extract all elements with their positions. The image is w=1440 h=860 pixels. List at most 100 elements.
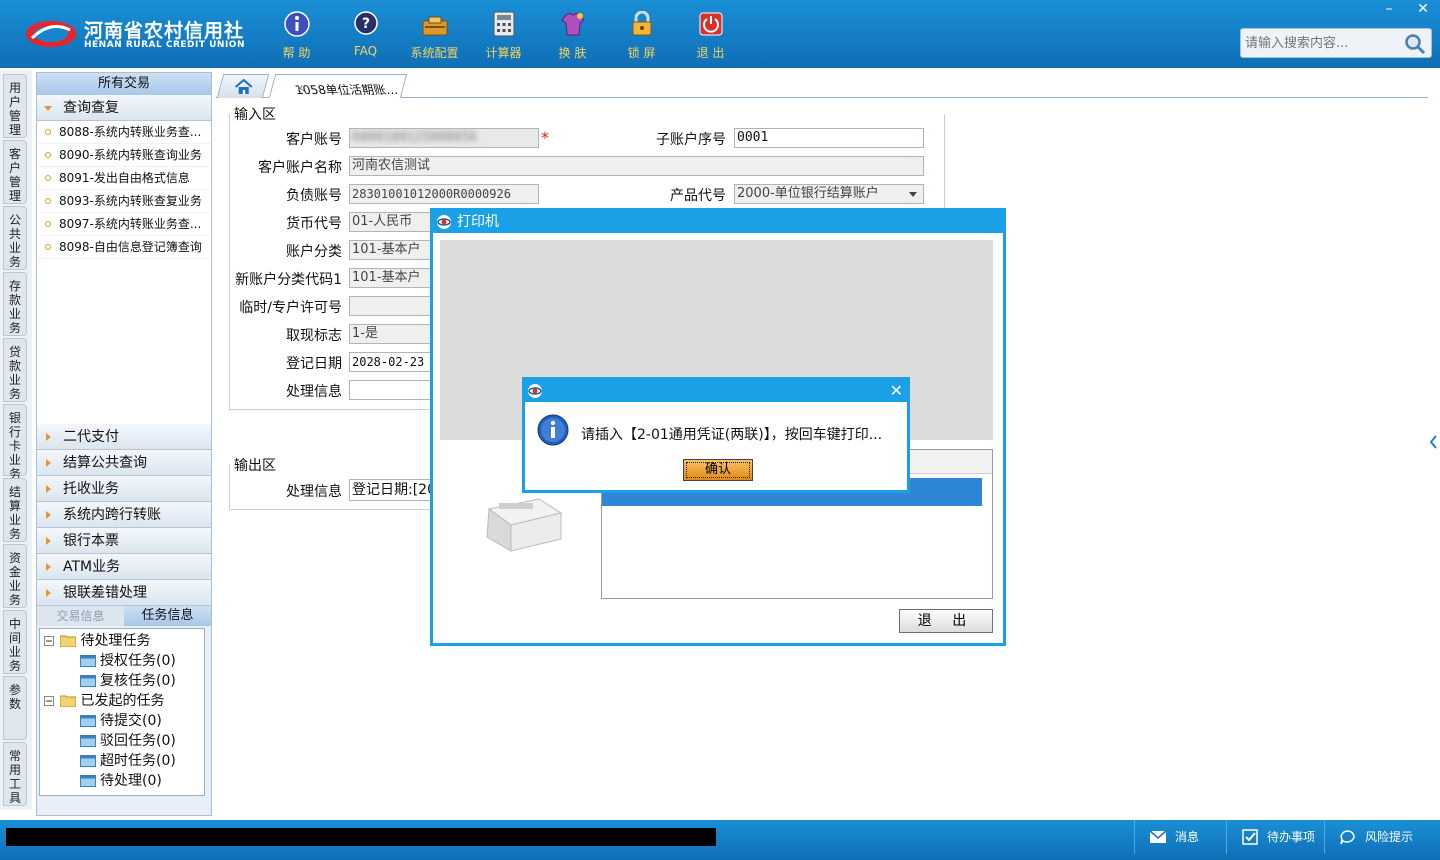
dialog-close-icon[interactable]: ✕ xyxy=(890,380,903,402)
required-mark: * xyxy=(541,128,549,147)
printer-title: 打印机 xyxy=(457,214,499,230)
settings-label: 系统配置 xyxy=(410,46,459,60)
vtab-deposit-business[interactable]: 存款业务 xyxy=(3,272,27,336)
vtab-loan-business[interactable]: 贷款业务 xyxy=(3,338,27,402)
nav-group[interactable]: 结算公共查询 xyxy=(37,450,211,476)
vtab-public-business[interactable]: 公共业务 xyxy=(3,206,27,270)
exit-app-button[interactable]: 退 出 xyxy=(676,6,745,62)
dropdown-arrow-icon xyxy=(909,192,917,197)
tree-node-authorize[interactable]: 授权任务(0) xyxy=(40,651,204,671)
collapse-toggle-icon[interactable] xyxy=(44,696,54,706)
power-icon xyxy=(697,10,725,38)
collapsed-arrow-icon xyxy=(46,537,51,545)
printer-icon xyxy=(486,498,563,552)
checkbox-icon xyxy=(1242,829,1258,845)
calculator-label: 计算器 xyxy=(485,46,522,60)
search-box xyxy=(1240,28,1432,58)
tree-node-timeout[interactable]: 超时任务(0) xyxy=(40,751,204,771)
nav-group[interactable]: 系统内跨行转账 xyxy=(37,502,211,528)
sub-seq-input[interactable]: 0001 xyxy=(734,128,924,148)
nav-item[interactable]: 8097-系统内转账业务查... xyxy=(37,213,211,236)
vtab-common-tools[interactable]: 常用工具 xyxy=(3,742,27,806)
folder-icon xyxy=(60,695,77,707)
task-tree: 待处理任务 授权任务(0) 复核任务(0) 已发起的任务 待提交(0) 驳回任务… xyxy=(39,628,205,796)
acct-name-field: 河南农信测试 xyxy=(349,156,924,176)
svg-text:?: ? xyxy=(361,16,369,32)
tab-transaction-info[interactable]: 交易信息 xyxy=(37,606,124,626)
vtab-fund-business[interactable]: 资金业务 xyxy=(3,544,27,608)
nav-item[interactable]: 8098-自由信息登记簿查询 xyxy=(37,236,211,259)
lock-label: 锁 屏 xyxy=(627,46,656,60)
nav-item[interactable]: 8090-系统内转账查询业务 xyxy=(37,144,211,167)
calculator-button[interactable]: 计算器 xyxy=(469,6,538,62)
reg-date-input[interactable]: 2028-02-23 xyxy=(349,352,431,372)
document-tabbar: 1058单位活期账... × xyxy=(216,72,1428,98)
tree-node-rejected[interactable]: 驳回任务(0) xyxy=(40,731,204,751)
tree-node-initiated[interactable]: 已发起的任务 xyxy=(40,691,204,711)
help-icon xyxy=(283,10,311,38)
vtab-card-business[interactable]: 银行卡业务 xyxy=(3,404,27,481)
liab-acct-field: 28301001012000R0000926 xyxy=(349,184,539,204)
chat-icon xyxy=(1340,830,1355,845)
tree-node-to-submit[interactable]: 待提交(0) xyxy=(40,711,204,731)
logo-emblem-icon xyxy=(26,21,76,47)
printer-exit-button[interactable]: 退 出 xyxy=(899,609,993,633)
product-select[interactable]: 2000-单位银行结算账户 xyxy=(734,184,924,204)
cust-acct-input[interactable]: 6000100125000056 xyxy=(349,128,539,148)
app-globe-icon xyxy=(528,384,542,398)
nav-item[interactable]: 8093-系统内转账查复业务 xyxy=(37,190,211,213)
nav-item[interactable]: 8091-发出自由格式信息 xyxy=(37,167,211,190)
task-folder-icon xyxy=(80,755,96,767)
proc-info-input[interactable] xyxy=(349,380,431,400)
nav-item-list: 8088-系统内转账业务查... 8090-系统内转账查询业务 8091-发出自… xyxy=(37,121,211,424)
faq-button[interactable]: ? FAQ xyxy=(331,6,400,62)
mail-icon xyxy=(1149,830,1167,843)
nav-group[interactable]: 银行本票 xyxy=(37,528,211,554)
tree-node-to-process[interactable]: 待处理(0) xyxy=(40,771,204,791)
bullet-icon xyxy=(45,175,51,181)
collapse-toggle-icon[interactable] xyxy=(44,636,54,646)
license-label: 临时/专户许可号 xyxy=(239,300,342,316)
vtab-parameters[interactable]: 参数 xyxy=(3,676,27,740)
nav-group[interactable]: ATM业务 xyxy=(37,554,211,580)
search-icon[interactable] xyxy=(1403,32,1427,56)
nav-group[interactable]: 二代支付 xyxy=(37,424,211,450)
risk-alert-button[interactable]: 风险提示 xyxy=(1324,820,1440,854)
cash-flag-label: 取现标志 xyxy=(286,328,342,344)
side-collapse-arrow-icon[interactable] xyxy=(1428,420,1440,460)
help-button[interactable]: 帮 助 xyxy=(262,6,331,62)
vtab-intermediary-business[interactable]: 中间业务 xyxy=(3,610,27,674)
nav-group[interactable]: 托收业务 xyxy=(37,476,211,502)
vtab-customer-mgmt[interactable]: 客户管理 xyxy=(3,140,27,204)
home-icon xyxy=(235,79,253,94)
tab-home[interactable] xyxy=(216,74,270,98)
todo-button[interactable]: 待办事项 xyxy=(1226,820,1324,854)
nav-title: 所有交易 xyxy=(37,73,211,95)
window-controls: – ✕ xyxy=(1372,0,1440,18)
settings-button[interactable]: 系统配置 xyxy=(400,6,469,62)
close-window-button[interactable]: ✕ xyxy=(1406,0,1440,18)
tree-node-pending[interactable]: 待处理任务 xyxy=(40,631,204,651)
tree-node-review[interactable]: 复核任务(0) xyxy=(40,671,204,691)
settings-icon xyxy=(421,10,449,38)
messages-button[interactable]: 消息 xyxy=(1134,820,1226,854)
minimize-button[interactable]: – xyxy=(1372,0,1406,18)
calculator-icon xyxy=(490,10,518,38)
nav-item[interactable]: 8088-系统内转账业务查... xyxy=(37,121,211,144)
confirm-button[interactable]: 确认 xyxy=(683,459,753,481)
module-tabs: 用户管理 客户管理 公共业务 存款业务 贷款业务 银行卡业务 结算业务 资金业务… xyxy=(0,70,32,810)
bullet-icon xyxy=(45,152,51,158)
tab-1058-account[interactable]: 1058单位活期账... × xyxy=(268,74,408,98)
vtab-settlement-business[interactable]: 结算业务 xyxy=(3,478,27,542)
search-input[interactable] xyxy=(1245,32,1405,54)
skin-button[interactable]: 换 肤 xyxy=(538,6,607,62)
tab-task-info[interactable]: 任务信息 xyxy=(124,606,211,626)
reg-date-label: 登记日期 xyxy=(286,356,342,372)
faq-icon: ? xyxy=(352,10,380,38)
skin-icon xyxy=(559,10,587,38)
lock-button[interactable]: 锁 屏 xyxy=(607,6,676,62)
nav-group-query[interactable]: 查询查复 xyxy=(37,95,211,121)
nav-group[interactable]: 银联差错处理 xyxy=(37,580,211,606)
vtab-user-mgmt[interactable]: 用户管理 xyxy=(3,74,27,138)
exit-app-label: 退 出 xyxy=(696,46,725,60)
